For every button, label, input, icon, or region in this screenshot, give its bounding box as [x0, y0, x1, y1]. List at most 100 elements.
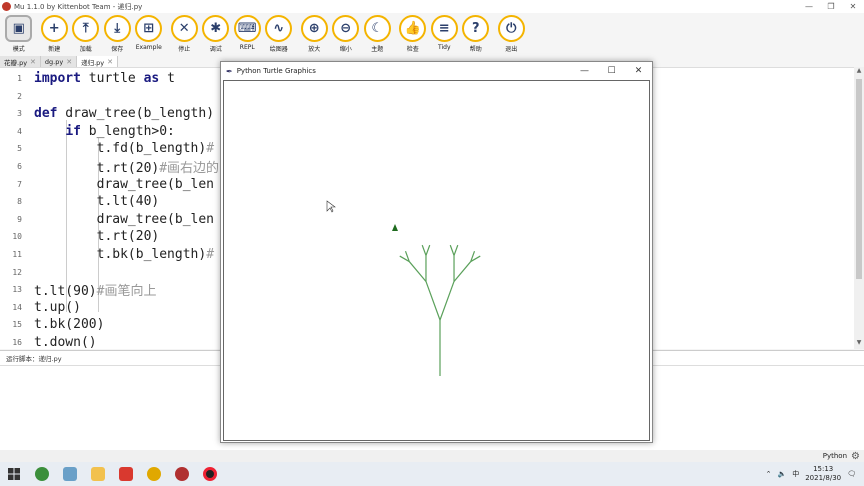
- file-tab[interactable]: 递归.py ✕: [77, 56, 119, 67]
- stop-button[interactable]: ✕ 停止: [169, 15, 201, 53]
- code-line[interactable]: 11 t.bk(b_length)#: [0, 246, 214, 263]
- code-line[interactable]: 13 t.lt(90)#画笔向上: [0, 281, 156, 299]
- code-line[interactable]: 2: [0, 88, 34, 105]
- code-text: t.lt(40): [34, 194, 160, 210]
- line-number: 11: [12, 250, 22, 259]
- zoom-in-icon: ⊕: [308, 21, 320, 36]
- turtle-minimize-button[interactable]: —: [571, 66, 598, 76]
- tab-label: dg.py: [44, 57, 64, 66]
- status-bar: Python ⚙: [0, 450, 864, 462]
- debug-label: 调试: [209, 46, 222, 53]
- notification-icon[interactable]: 🗨: [847, 470, 856, 478]
- save-label: 保存: [111, 46, 124, 53]
- code-line[interactable]: 5 t.fd(b_length)#: [0, 140, 214, 157]
- moon-icon: ☾: [371, 21, 384, 36]
- plotter-button[interactable]: ∿ 绘图器: [263, 15, 295, 53]
- search-icon[interactable]: [28, 462, 56, 486]
- turtle-close-button[interactable]: ✕: [625, 66, 652, 76]
- ime-indicator[interactable]: 中: [792, 469, 799, 479]
- download-icon: ⤓: [114, 21, 121, 36]
- windows-start-icon[interactable]: [0, 462, 28, 486]
- turtle-canvas[interactable]: [223, 80, 650, 441]
- theme-button[interactable]: ☾ 主题: [362, 15, 394, 53]
- code-line[interactable]: 8 t.lt(40): [0, 193, 159, 210]
- code-text: t.bk(b_length)#: [34, 247, 215, 262]
- scrollbar-thumb[interactable]: [856, 79, 862, 279]
- turtle-cursor-icon: [392, 224, 398, 231]
- toolbar: ▣ 模式 + 新建 ⤒ 加载 ⤓ 保存 ⊞ Example ✕ 停止 ✱ 调试 ⌨ REPL ∿ 绘图器 ⊕ 放大 ⊖ 缩…: [0, 13, 864, 56]
- close-button[interactable]: ✕: [842, 2, 864, 11]
- quit-label: 退出: [505, 46, 518, 53]
- check-button[interactable]: 👍 检查: [397, 15, 429, 53]
- tidy-button[interactable]: ≡ Tidy: [429, 15, 461, 51]
- mu-app-icon: [2, 2, 11, 11]
- minimize-button[interactable]: —: [798, 2, 820, 11]
- code-text: t.rt(20): [34, 229, 160, 245]
- mu-taskbar-icon[interactable]: [168, 462, 196, 486]
- zoomout-label: 缩小: [339, 46, 352, 53]
- theme-label: 主题: [371, 46, 384, 53]
- file-explorer-icon[interactable]: [84, 462, 112, 486]
- gear-icon[interactable]: ⚙: [851, 451, 860, 462]
- load-button[interactable]: ⤒ 加载: [70, 15, 102, 53]
- chevron-up-icon[interactable]: ⌃: [766, 470, 772, 478]
- code-line[interactable]: 1 import turtle as t: [0, 70, 175, 87]
- code-line[interactable]: 3 def draw_tree(b_length): [0, 105, 214, 122]
- quit-button[interactable]: ⏻ 退出: [496, 15, 528, 53]
- tab-label: 递归.py: [81, 58, 105, 67]
- tab-close-icon[interactable]: ✕: [30, 58, 36, 66]
- code-text: import turtle as t: [34, 71, 175, 86]
- repl-label: REPL: [239, 44, 255, 51]
- save-button[interactable]: ⤓ 保存: [102, 15, 134, 53]
- upload-icon: ⤒: [82, 21, 89, 36]
- new-button[interactable]: + 新建: [39, 15, 71, 53]
- file-tab[interactable]: dg.py ✕: [40, 56, 78, 67]
- wps-icon[interactable]: [112, 462, 140, 486]
- zoomout-button[interactable]: ⊖ 缩小: [330, 15, 362, 53]
- code-line[interactable]: 16 t.down(): [0, 334, 96, 349]
- zoomin-button[interactable]: ⊕ 放大: [299, 15, 331, 53]
- code-line[interactable]: 10 t.rt(20): [0, 228, 159, 245]
- clock[interactable]: 15:13 2021/8/30: [805, 465, 841, 483]
- example-button[interactable]: ⊞ Example: [133, 15, 165, 51]
- help-button[interactable]: ? 帮助: [460, 15, 492, 53]
- tab-close-icon[interactable]: ✕: [107, 58, 113, 66]
- tree-branch: [425, 244, 431, 256]
- chrome-icon[interactable]: [140, 462, 168, 486]
- plotter-label: 绘图器: [269, 46, 288, 53]
- tab-close-icon[interactable]: ✕: [66, 58, 72, 66]
- line-number: 16: [12, 338, 22, 347]
- code-line[interactable]: 6 t.rt(20)#画右边的: [0, 158, 219, 176]
- code-line[interactable]: 14 t.up(): [0, 299, 81, 316]
- file-tab[interactable]: 花瓣.py ✕: [0, 56, 41, 67]
- line-number: 12: [12, 267, 22, 277]
- line-number: 9: [17, 214, 22, 224]
- tree-branch: [425, 281, 441, 321]
- code-line[interactable]: 4 if b_length>0:: [0, 123, 175, 140]
- feather-icon: ✒: [226, 66, 233, 76]
- line-number: 6: [17, 162, 22, 171]
- code-text: draw_tree(b_len: [34, 176, 215, 192]
- scroll-up-arrow-icon[interactable]: ▲: [854, 67, 864, 77]
- code-text: t.bk(200): [34, 317, 105, 333]
- maximize-button[interactable]: ❐: [820, 2, 842, 11]
- system-tray: ⌃ 🔈 中 15:13 2021/8/30 🗨: [766, 465, 864, 483]
- turtle-maximize-button[interactable]: ☐: [598, 66, 625, 76]
- repl-button[interactable]: ⌨ REPL: [232, 15, 264, 51]
- help-label: 帮助: [469, 46, 482, 53]
- mode-button[interactable]: ▣ 模式: [3, 15, 35, 53]
- volume-icon[interactable]: 🔈: [777, 470, 786, 478]
- code-line[interactable]: 9 draw_tree(b_len: [0, 211, 214, 228]
- code-line[interactable]: 15 t.bk(200): [0, 316, 104, 333]
- line-number: 10: [12, 232, 22, 242]
- scroll-down-arrow-icon[interactable]: ▼: [854, 339, 864, 349]
- code-text: draw_tree(b_len: [34, 211, 215, 227]
- turtle-window-title: Python Turtle Graphics: [236, 67, 316, 75]
- code-line[interactable]: 12: [0, 264, 34, 281]
- code-line[interactable]: 7 draw_tree(b_len: [0, 176, 214, 193]
- pen-app-icon[interactable]: [56, 462, 84, 486]
- record-icon[interactable]: [196, 462, 224, 486]
- editor-scrollbar[interactable]: ▲ ▼: [854, 67, 864, 349]
- debug-button[interactable]: ✱ 调试: [200, 15, 232, 53]
- mouse-pointer-icon: [326, 200, 336, 213]
